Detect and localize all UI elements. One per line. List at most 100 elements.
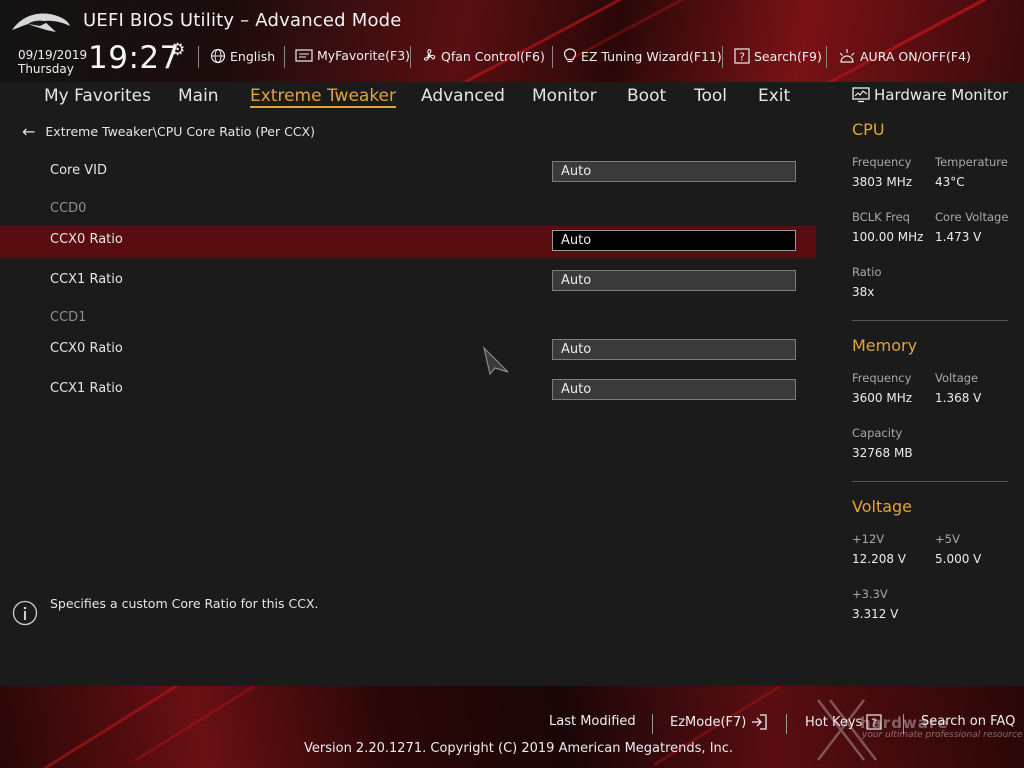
cpu-frequency-value: 3803 MHz — [852, 175, 913, 189]
aura-label: AURA ON/OFF(F4) — [860, 48, 971, 64]
tab-my-favorites[interactable]: My Favorites — [44, 86, 151, 106]
qfan-label: Qfan Control(F6) — [441, 48, 545, 64]
memory-voltage-label: Voltage — [935, 371, 979, 385]
v33-label: +3.3V — [852, 587, 888, 601]
search-label: Search(F9) — [754, 48, 822, 64]
setting-label-core-vid: Core VID — [50, 163, 107, 178]
info-icon — [12, 600, 38, 626]
ccd1-ccx1-ratio-value[interactable]: Auto — [552, 379, 796, 400]
header-divider — [284, 46, 285, 68]
breadcrumb: ← Extreme Tweaker\CPU Core Ratio (Per CC… — [22, 123, 315, 139]
tab-main[interactable]: Main — [178, 86, 219, 106]
cpu-temperature-value: 43°C — [935, 175, 965, 189]
v33-value: 3.312 V — [852, 607, 899, 621]
header-divider — [826, 46, 827, 68]
ccd1-ccx0-ratio-value[interactable]: Auto — [552, 339, 796, 360]
memory-frequency-value: 3600 MHz — [852, 391, 913, 405]
cpu-frequency-label: Frequency — [852, 155, 912, 169]
bclk-freq-value: 100.00 MHz — [852, 230, 924, 244]
hardware-monitor-label: Hardware Monitor — [874, 86, 1009, 104]
ez-tuning-wizard-button[interactable]: EZ Tuning Wizard(F11) — [563, 48, 722, 64]
setting-label-ccd0-ccx0-ratio: CCX0 Ratio — [50, 232, 123, 247]
v5-value: 5.000 V — [935, 552, 982, 566]
weekday-text: Thursday — [18, 62, 74, 76]
v5-label: +5V — [935, 532, 960, 546]
memory-capacity-label: Capacity — [852, 426, 903, 440]
footer-bar: Last Modified EzMode(F7) Hot Keys ? Sear… — [0, 686, 1024, 768]
hardware-monitor-title: Hardware Monitor — [852, 86, 1008, 104]
app-title: UEFI BIOS Utility – Advanced Mode — [83, 10, 402, 31]
v12-value: 12.208 V — [852, 552, 907, 566]
ez-tuning-label: EZ Tuning Wizard(F11) — [581, 48, 722, 64]
myfavorite-label: MyFavorite(F3) — [317, 48, 411, 63]
footer-divider — [786, 714, 787, 734]
memory-section-title: Memory — [852, 336, 918, 355]
tab-advanced[interactable]: Advanced — [421, 86, 505, 106]
main-menu-tabs: My Favorites Main Extreme Tweaker Advanc… — [0, 82, 838, 113]
rog-logo-icon — [12, 13, 70, 32]
gear-icon[interactable]: ⚙ — [170, 40, 185, 60]
search-help-icon: ? — [734, 48, 750, 64]
core-voltage-value: 1.473 V — [935, 230, 982, 244]
monitor-icon — [852, 87, 870, 103]
language-label: English — [230, 48, 276, 64]
fan-icon — [423, 49, 436, 61]
favorite-icon — [295, 48, 313, 62]
voltage-section-title: Voltage — [852, 497, 913, 516]
setting-label-ccd0-ccx1-ratio: CCX1 Ratio — [50, 272, 123, 287]
section-divider — [852, 320, 1008, 321]
last-modified-label: Last Modified — [549, 714, 636, 729]
footer-divider — [652, 714, 653, 734]
header-divider — [410, 46, 411, 68]
help-text: Specifies a custom Core Ratio for this C… — [50, 596, 319, 611]
tab-boot[interactable]: Boot — [627, 86, 666, 106]
memory-frequency-label: Frequency — [852, 371, 912, 385]
version-text: Version 2.20.1271. Copyright (C) 2019 Am… — [304, 741, 734, 756]
core-voltage-label: Core Voltage — [935, 210, 1009, 224]
back-arrow-icon[interactable]: ← — [22, 123, 35, 139]
breadcrumb-path: Extreme Tweaker\CPU Core Ratio (Per CCX) — [45, 124, 315, 139]
header-divider — [552, 46, 553, 68]
group-header-ccd0: CCD0 — [50, 201, 87, 216]
setting-label-ccd1-ccx1-ratio: CCX1 Ratio — [50, 381, 123, 396]
memory-voltage-value: 1.368 V — [935, 391, 982, 405]
exit-arrow-icon — [752, 714, 768, 730]
search-button[interactable]: ? Search(F9) — [734, 48, 822, 64]
myfavorite-button[interactable]: MyFavorite(F3) — [295, 48, 410, 63]
cpu-ratio-value: 38x — [852, 285, 875, 299]
tab-tool[interactable]: Tool — [694, 86, 727, 106]
title-bar: UEFI BIOS Utility – Advanced Mode 09/19/… — [0, 0, 1024, 82]
ccd0-ccx1-ratio-value[interactable]: Auto — [552, 270, 796, 291]
last-modified-button[interactable]: Last Modified — [549, 714, 636, 729]
tab-monitor[interactable]: Monitor — [532, 86, 597, 106]
language-button[interactable]: English — [210, 48, 275, 64]
aura-toggle-button[interactable]: AURA ON/OFF(F4) — [838, 48, 971, 64]
qfan-control-button[interactable]: Qfan Control(F6) — [421, 48, 545, 64]
cpu-temperature-label: Temperature — [935, 155, 1008, 169]
date-display: 09/19/2019 Thursday — [18, 48, 87, 76]
cpu-section-title: CPU — [852, 120, 885, 139]
aura-icon — [839, 49, 855, 63]
svg-text:?: ? — [739, 51, 745, 64]
clock: 19:27 — [88, 40, 180, 76]
tab-extreme-tweaker[interactable]: Extreme Tweaker — [250, 86, 397, 108]
help-description-panel: Specifies a custom Core Ratio for this C… — [0, 584, 836, 686]
cpu-ratio-label: Ratio — [852, 265, 882, 279]
date-text: 09/19/2019 — [18, 48, 88, 62]
globe-icon — [210, 48, 226, 64]
section-divider — [852, 481, 1008, 482]
ezmode-label: EzMode(F7) — [670, 714, 747, 730]
bclk-freq-label: BCLK Freq — [852, 210, 910, 224]
setting-label-ccd1-ccx0-ratio: CCX0 Ratio — [50, 341, 123, 356]
tab-exit[interactable]: Exit — [758, 86, 790, 106]
core-vid-value[interactable]: Auto — [552, 161, 796, 182]
header-divider — [722, 46, 723, 68]
ccd0-ccx0-ratio-value[interactable]: Auto — [552, 230, 796, 251]
hardware-monitor-panel: Hardware Monitor CPU Frequency Temperatu… — [844, 82, 1024, 686]
mouse-cursor-icon — [482, 346, 509, 376]
memory-capacity-value: 32768 MB — [852, 446, 913, 460]
ezmode-button[interactable]: EzMode(F7) — [670, 714, 768, 730]
v12-label: +12V — [852, 532, 885, 546]
watermark-subtext: your ultimate professional resource — [862, 730, 1023, 740]
bulb-icon — [563, 48, 577, 63]
